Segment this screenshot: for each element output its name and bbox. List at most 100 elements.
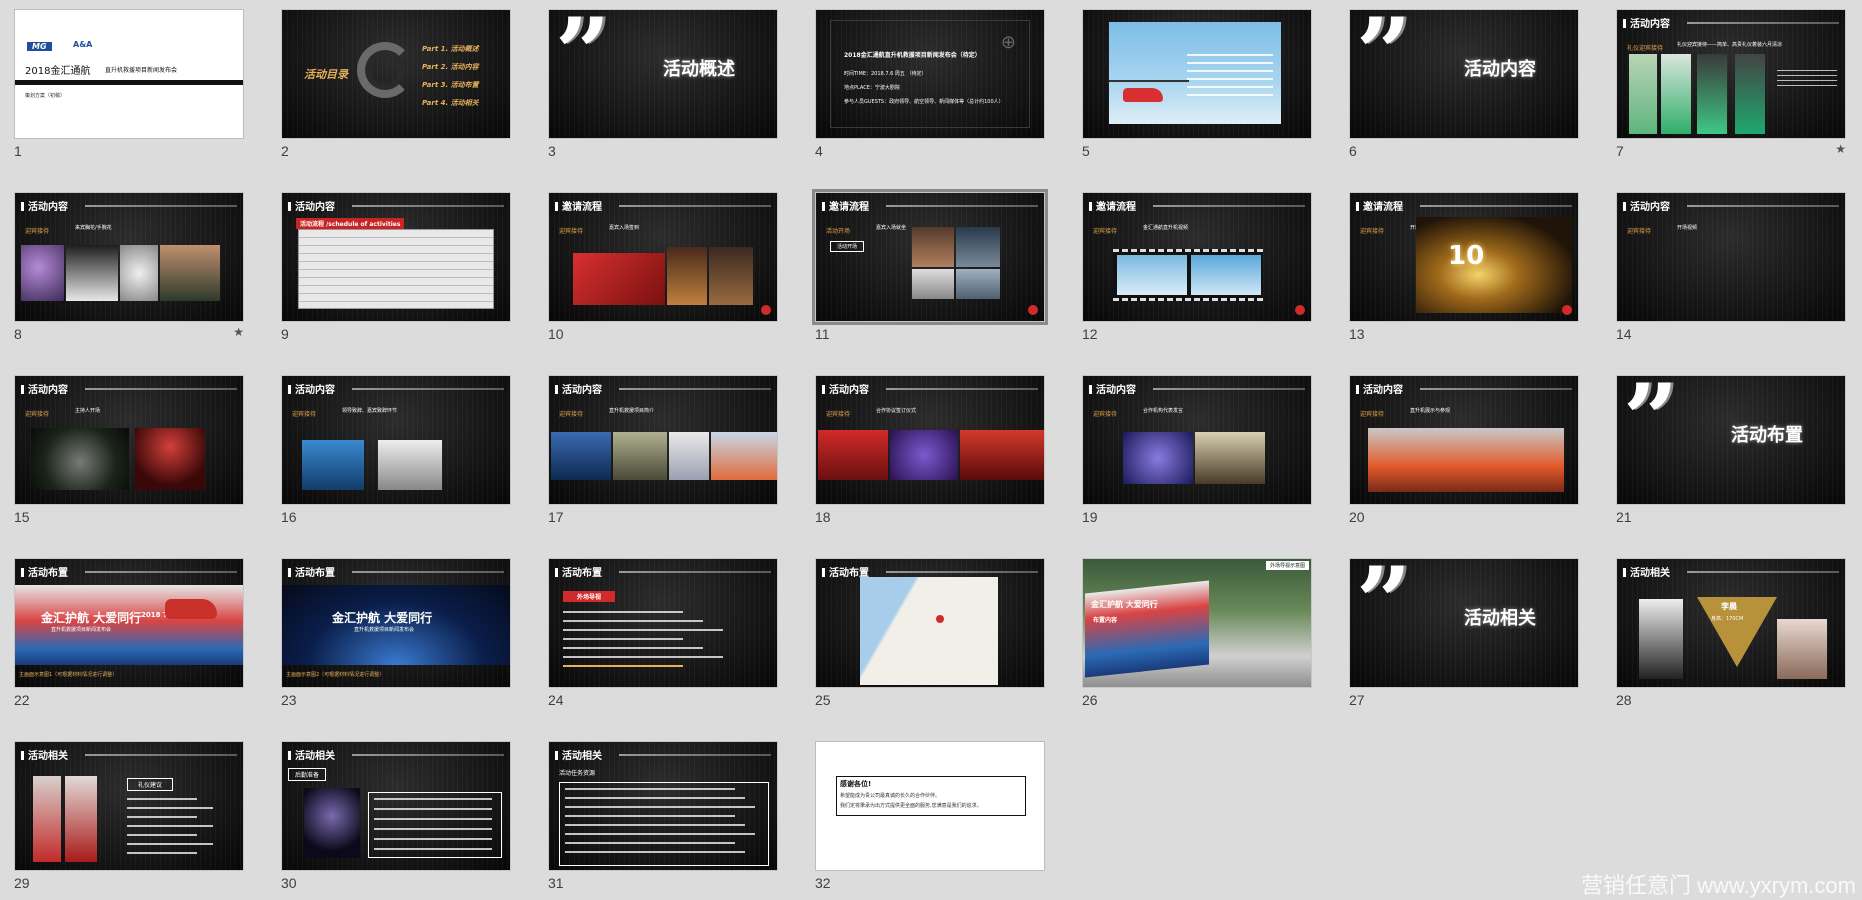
content-description: 直升机救援项目简介 (609, 408, 655, 414)
dress-photo (65, 776, 97, 862)
presentation-photo (551, 432, 611, 480)
banner-subtitle: 直升机救援项目新闻发布会 (51, 627, 112, 633)
content-tag: 迎宾接待 (1093, 228, 1118, 235)
slide-header-title: 活动布置 (21, 564, 68, 579)
slide-number: 32 (815, 875, 831, 891)
slide-thumbnail[interactable]: 活动内容 迎宾接待 来宾胸花/手腕花 (14, 192, 244, 322)
slide-thumbnail[interactable] (1082, 9, 1312, 139)
slide-thumbnail[interactable]: ” 活动内容 (1349, 9, 1579, 139)
logo-aa: A&A (73, 40, 93, 49)
slide-thumbnail[interactable]: 活动内容 迎宾接待 主持人开场 (14, 375, 244, 505)
slide-header-title: 活动布置 (555, 564, 602, 579)
host-photo (1639, 599, 1683, 679)
slide-thumbnail[interactable]: 活动内容 迎宾接待 直升机展示与参观 (1349, 375, 1579, 505)
slide-thumbnail[interactable]: 活动布置 金汇护航 大爱同行 直升机救援项目新闻发布会 2018 7/6 主画面示意图1… (14, 558, 244, 688)
slide-number: 31 (548, 875, 564, 891)
slide-thumbnail[interactable]: ” 活动相关 (1349, 558, 1579, 688)
slide-thumbnail[interactable]: 活动相关 礼仪建议 (14, 741, 244, 871)
slide-thumbnail[interactable]: 活动内容 迎宾接待 直升机救援项目简介 (548, 375, 778, 505)
slide-thumbnail[interactable]: 活动布置 外场导视 (548, 558, 778, 688)
slide-header-title: 活动相关 (555, 747, 602, 762)
banner-caption: 主画面示意图2（可根据材料情况进行调整） (286, 672, 385, 678)
slide-cell: 活动内容 迎宾接待 主持人开场 15 (14, 375, 244, 558)
list-line (565, 788, 735, 790)
list-line (127, 834, 197, 836)
slide-cell: 活动相关 活动任务资源 31 (548, 741, 778, 900)
slide-thumbnail[interactable]: 活动内容 迎宾接待 领导致辞、嘉宾致辞环节 (281, 375, 511, 505)
slide-cell: MG A&A 2018金汇通航 直升机救援项目新闻发布会 策划方案（初稿） 1 (14, 9, 244, 192)
banner-caption: 主画面示意图1（可根据材料情况进行调整） (19, 672, 118, 678)
model-photo (1735, 54, 1765, 134)
signing-photo (818, 430, 888, 480)
slide-thumbnail[interactable]: 邀请流程 迎宾接待 嘉宾入场签到 (548, 192, 778, 322)
thanks-title: 感谢各位! (840, 780, 872, 788)
slide-thumbnail[interactable]: 活动相关 活动任务资源 (548, 741, 778, 871)
slide-thumbnail[interactable]: 活动目录 Part 1. 活动概述 Part 2. 活动内容 Part 3. 活动布置… (281, 9, 511, 139)
slide-header-title: 活动内容 (822, 381, 869, 396)
rotor-shape (1109, 80, 1189, 82)
slide-thumbnail[interactable]: ” 活动概述 (548, 9, 778, 139)
slide-thumbnail[interactable]: 活动布置 金汇护航 大爱同行 直升机救援项目新闻发布会 主画面示意图2（可根据材料情况… (281, 558, 511, 688)
slide-number: 30 (281, 875, 297, 891)
slide-thumbnail[interactable]: 邀请流程迎宾接待开场倒计时10 (1349, 192, 1579, 322)
microphone-photo (31, 428, 129, 490)
list-line (563, 656, 723, 658)
helicopter-display-photo (1368, 428, 1564, 492)
slide-thumbnail[interactable]: 活动内容 活动流程 /schedule of activities (281, 192, 511, 322)
slide-number: 2 (281, 143, 289, 159)
list-line (565, 824, 745, 826)
triangle-frame (1697, 597, 1777, 667)
header-divider (1420, 388, 1572, 390)
list-line (563, 620, 703, 622)
guest-photo (956, 227, 1000, 267)
header-divider (619, 205, 771, 207)
signin-photo (573, 253, 665, 305)
slide-thumbnail[interactable]: ⊕ 2018金汇通航直升机救援项目新闻发布会（待定） 时间TIME：2018.7.6… (815, 9, 1045, 139)
slide-thumbnail[interactable]: 感谢各位! 希望能成为贵公司最真诚的长久的合作伙伴。 我们定将秉承为出方式提供更全面… (815, 741, 1045, 871)
content-tag: 迎宾接待 (1627, 228, 1652, 235)
slide-header-title: 活动内容 (1089, 381, 1136, 396)
slide-header-title: 活动内容 (288, 381, 335, 396)
section-title: 活动相关 (1464, 608, 1536, 629)
slide-thumbnail[interactable]: ” 活动布置 (1616, 375, 1846, 505)
content-description: 嘉宾入场签到 (609, 225, 640, 231)
header-divider (886, 388, 1038, 390)
slide-thumbnail[interactable]: 活动相关 李晨 身高：170CM (1616, 558, 1846, 688)
countdown-image (1416, 217, 1572, 313)
slide-thumbnail[interactable]: 活动布置 (815, 558, 1045, 688)
slide-thumbnail[interactable]: 邀请流程 活动开场 嘉宾入场就坐 活动开场 (812, 189, 1048, 325)
header-divider (619, 754, 771, 756)
slide-thumbnail[interactable]: 活动相关 后勤准备 (281, 741, 511, 871)
slide-header-title: 邀请流程 (555, 198, 602, 213)
slide-header-title: 活动内容 (21, 198, 68, 213)
signin-photo (709, 247, 753, 305)
header-divider (1687, 205, 1839, 207)
slide-header-title: 活动相关 (288, 747, 335, 762)
slide-thumbnail[interactable]: 金汇护航 大爱同行 布置内容 外场导视示意图 (1082, 558, 1312, 688)
thanks-line: 希望能成为贵公司最真诚的长久的合作伙伴。 (840, 793, 941, 799)
header-divider (85, 388, 237, 390)
slide-thumbnail[interactable]: 活动内容 迎宾接待 开场视频 (1616, 192, 1846, 322)
presentation-photo (669, 432, 709, 480)
slide-cell: 活动相关 后勤准备 30 (281, 741, 511, 900)
slide-thumbnail[interactable]: 活动内容 迎宾接待 合作协议签订仪式 (815, 375, 1045, 505)
slide-sorter-grid: MG A&A 2018金汇通航 直升机救援项目新闻发布会 策划方案（初稿） 1 活动目录 Pa… (14, 9, 1854, 891)
list-line (565, 806, 755, 808)
slide-thumbnail[interactable]: 活动内容 迎宾接待 合作机构代表发言 (1082, 375, 1312, 505)
slide-number: 29 (14, 875, 30, 891)
logo-mg: MG (27, 42, 52, 51)
slide-cell: 活动内容 迎宾接待 合作机构代表发言 19 (1082, 375, 1312, 558)
slide-number: 22 (14, 692, 30, 708)
list-line (127, 852, 197, 854)
helicopter-shape (1123, 88, 1163, 102)
speech-photo (302, 440, 364, 490)
schedule-table (298, 229, 494, 309)
standee-banner (1085, 580, 1209, 678)
slide-thumbnail[interactable]: 邀请流程 迎宾接待 金汇通航直升机视频 (1082, 192, 1312, 322)
slide-cell: ” 活动概述 3 (548, 9, 778, 192)
slide-header-title: 邀请流程 (1356, 198, 1403, 213)
slide-thumbnail[interactable]: MG A&A 2018金汇通航 直升机救援项目新闻发布会 策划方案（初稿） (14, 9, 244, 139)
slide-thumbnail[interactable]: 活动内容 礼仪迎宾接待 礼仪迎宾接待——简单、高贵礼仪着装六月清凉 (1616, 9, 1846, 139)
list-line (565, 815, 735, 817)
slide-number: 6 (1349, 143, 1357, 159)
